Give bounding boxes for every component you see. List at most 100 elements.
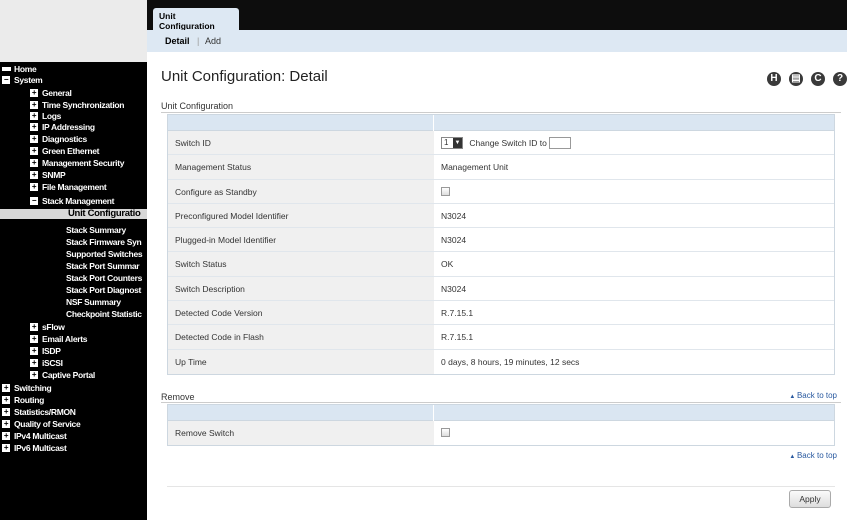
nav-item[interactable]: + File Management: [0, 182, 147, 192]
nav-item[interactable]: Stack Port Diagnost: [0, 285, 147, 295]
nav-item-label: Supported Switches: [66, 249, 143, 259]
row-value: 0 days, 8 hours, 19 minutes, 12 secs: [441, 356, 580, 367]
apply-button[interactable]: Apply: [789, 490, 831, 508]
expand-icon[interactable]: +: [30, 183, 38, 191]
nav-item-label: Green Ethernet: [42, 146, 100, 156]
nav-item[interactable]: + ISDP: [0, 346, 147, 356]
nav-item[interactable]: + Logs: [0, 111, 147, 121]
expand-icon[interactable]: +: [30, 112, 38, 120]
expand-icon[interactable]: +: [30, 123, 38, 131]
nav-item[interactable]: − System: [0, 75, 147, 85]
nav-item[interactable]: + Email Alerts: [0, 334, 147, 344]
nav-item-label: Diagnostics: [42, 134, 87, 144]
table-header: [168, 405, 834, 421]
nav-item[interactable]: + IP Addressing: [0, 122, 147, 132]
sidebar-header: [0, 0, 147, 62]
table-row: Switch Status OK: [168, 252, 834, 277]
nav-item-label: IP Addressing: [42, 122, 95, 132]
standby-checkbox[interactable]: [441, 186, 450, 196]
row-value: [434, 180, 834, 203]
nav-item[interactable]: + Quality of Service: [0, 419, 147, 429]
nav-item[interactable]: Home: [0, 64, 147, 74]
nav-item-label: NSF Summary: [66, 297, 121, 307]
nav-item[interactable]: + General: [0, 88, 147, 98]
nav-item[interactable]: − Stack Management: [0, 196, 147, 206]
expand-icon[interactable]: +: [30, 371, 38, 379]
tab-unit-configuration[interactable]: Unit Configuration: [153, 8, 239, 32]
nav-item[interactable]: Stack Firmware Syn: [0, 237, 147, 247]
nav-item-label: Logs: [42, 111, 62, 121]
back-to-top-link[interactable]: Back to top: [789, 391, 837, 400]
refresh-icon[interactable]: C: [811, 72, 825, 86]
nav-item[interactable]: + Routing: [0, 395, 147, 405]
expand-icon[interactable]: +: [30, 171, 38, 179]
nav-item[interactable]: + SNMP: [0, 170, 147, 180]
nav-item-label: IPv4 Multicast: [14, 431, 67, 441]
nav-item-label: Quality of Service: [14, 419, 81, 429]
expand-icon[interactable]: +: [30, 335, 38, 343]
help-icon[interactable]: ?: [833, 72, 847, 86]
section-divider: [161, 112, 841, 113]
expand-icon[interactable]: +: [30, 359, 38, 367]
change-switch-id-input[interactable]: [549, 136, 572, 149]
back-to-top-link[interactable]: Back to top: [789, 451, 837, 460]
nav-item[interactable]: + Green Ethernet: [0, 146, 147, 156]
table-row: Preconfigured Model Identifier N3024: [168, 203, 834, 229]
expand-icon[interactable]: +: [30, 135, 38, 143]
nav-item-label: sFlow: [42, 322, 65, 332]
remove-switch-label: Remove Switch: [168, 421, 434, 446]
expand-icon[interactable]: +: [2, 408, 10, 416]
table-row: Switch Description N3024: [168, 276, 834, 302]
expand-icon[interactable]: +: [30, 159, 38, 167]
remove-switch-cell: [434, 421, 834, 445]
remove-switch-checkbox[interactable]: [441, 428, 450, 438]
subtab-detail[interactable]: Detail: [165, 36, 190, 46]
subtab-separator: |: [197, 36, 200, 46]
nav-item-label: Routing: [14, 395, 44, 405]
nav-item[interactable]: + Management Security: [0, 158, 147, 168]
expand-icon[interactable]: +: [2, 396, 10, 404]
nav-item[interactable]: NSF Summary: [0, 297, 147, 307]
expand-icon[interactable]: +: [2, 420, 10, 428]
expand-icon[interactable]: +: [30, 147, 38, 155]
unit-config-table: Switch ID 1 ▼ Change Switch ID to Managem…: [167, 114, 835, 375]
nav-item[interactable]: + Time Synchronization: [0, 100, 147, 110]
nav-item[interactable]: + sFlow: [0, 322, 147, 332]
subtab-add[interactable]: Add: [205, 36, 221, 46]
row-value: N3024: [441, 235, 467, 246]
print-icon[interactable]: ▤: [789, 72, 803, 86]
nav-item[interactable]: + Captive Portal: [0, 370, 147, 380]
nav-item[interactable]: + iSCSI: [0, 358, 147, 368]
nav-item[interactable]: Supported Switches: [0, 249, 147, 259]
chevron-down-icon: ▼: [453, 137, 462, 148]
nav-item[interactable]: + IPv6 Multicast: [0, 443, 147, 453]
collapse-icon[interactable]: −: [2, 76, 10, 84]
nav-item[interactable]: Stack Port Summar: [0, 261, 147, 271]
expand-icon[interactable]: +: [2, 432, 10, 440]
nav-item[interactable]: + IPv4 Multicast: [0, 431, 147, 441]
row-label: Preconfigured Model Identifier: [168, 203, 434, 228]
expand-icon[interactable]: +: [2, 384, 10, 392]
expand-icon[interactable]: +: [30, 347, 38, 355]
table-row: Detected Code in Flash R.7.15.1: [168, 325, 834, 350]
nav-item-label: File Management: [42, 182, 107, 192]
remove-section-label: Remove: [161, 392, 195, 402]
expand-icon[interactable]: +: [30, 89, 38, 97]
nav-item[interactable]: Checkpoint Statistic: [0, 309, 147, 319]
nav-item[interactable]: Stack Summary: [0, 225, 147, 235]
expand-icon[interactable]: +: [2, 444, 10, 452]
row-label: Switch Description: [168, 276, 434, 301]
nav-item[interactable]: Stack Port Counters: [0, 273, 147, 283]
nav-item-label: Stack Summary: [66, 225, 126, 235]
nav-item[interactable]: Unit Configuratio: [0, 209, 147, 219]
expand-icon[interactable]: +: [30, 101, 38, 109]
collapse-icon[interactable]: −: [30, 197, 38, 205]
save-icon[interactable]: H: [767, 72, 781, 86]
tab-bar: Unit Configuration: [147, 0, 847, 32]
nav-item[interactable]: + Statistics/RMON: [0, 407, 147, 417]
row-label: Up Time: [168, 349, 434, 374]
nav-item[interactable]: + Diagnostics: [0, 134, 147, 144]
expand-icon[interactable]: +: [30, 323, 38, 331]
switch-id-select[interactable]: 1 ▼: [441, 136, 463, 149]
nav-item[interactable]: + Switching: [0, 383, 147, 393]
